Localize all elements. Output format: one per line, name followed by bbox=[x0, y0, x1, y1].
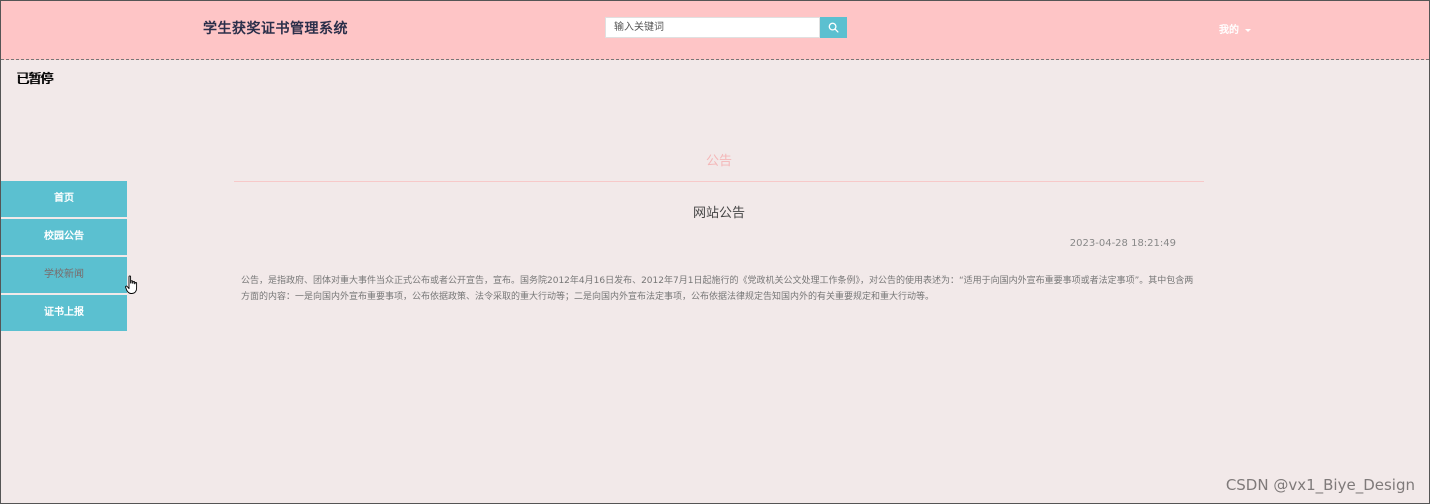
site-title: 学生获奖证书管理系统 bbox=[203, 21, 348, 37]
hand-pointer-icon bbox=[125, 275, 138, 294]
article-body: 公告，是指政府、团体对重大事件当众正式公布或者公开宣告，宣布。国务院2012年4… bbox=[241, 276, 1194, 302]
section-title: 公告 bbox=[234, 151, 1204, 182]
sidebar-item-school-news[interactable]: 学校新闻 bbox=[1, 257, 127, 293]
sidebar-item-certificate-report[interactable]: 证书上报 bbox=[1, 295, 127, 331]
search-input[interactable] bbox=[605, 17, 820, 38]
search-icon bbox=[828, 22, 839, 33]
paused-indicator: 已暂停 bbox=[16, 72, 53, 87]
top-header: 学生获奖证书管理系统 我的 bbox=[1, 1, 1429, 60]
article-title: 网站公告 bbox=[692, 206, 745, 221]
sidebar-item-home[interactable]: 首页 bbox=[1, 181, 127, 217]
article-date: 2023-04-28 18:21:49 bbox=[1069, 238, 1176, 249]
sidebar-item-campus-announcements[interactable]: 校园公告 bbox=[1, 219, 127, 255]
announcement-panel: 公告 网站公告 2023-04-28 18:21:49 公告，是指政府、团体对重… bbox=[234, 151, 1204, 302]
search-button[interactable] bbox=[820, 17, 847, 38]
caret-down-icon bbox=[1245, 28, 1251, 32]
user-menu[interactable]: 我的 bbox=[1219, 21, 1251, 36]
watermark: CSDN @vx1_Biye_Design bbox=[1225, 476, 1415, 494]
sidebar-nav: 首页 校园公告 学校新闻 证书上报 bbox=[1, 181, 127, 333]
user-menu-label: 我的 bbox=[1219, 25, 1239, 36]
